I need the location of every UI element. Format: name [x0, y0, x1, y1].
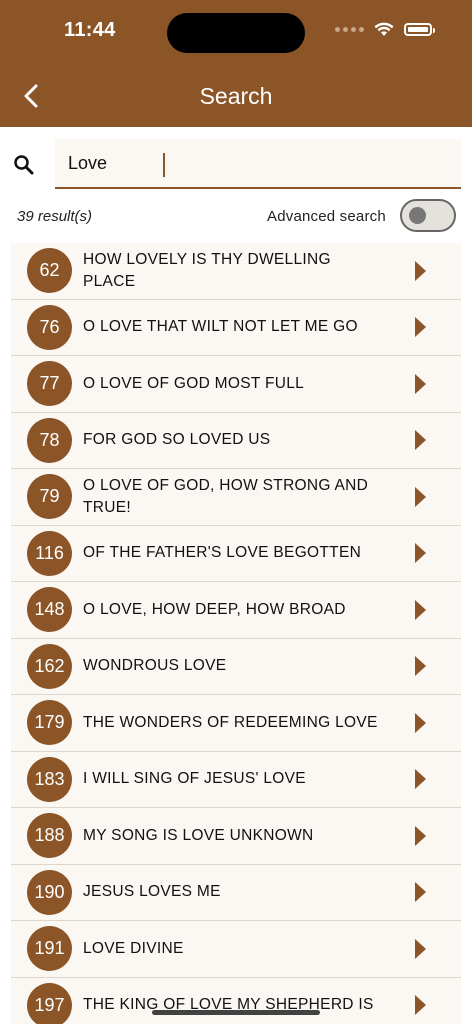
chevron-right-icon	[415, 543, 426, 564]
hymn-title: OF THE FATHER'S LOVE BEGOTTEN	[83, 544, 362, 562]
advanced-search-toggle[interactable]	[400, 199, 456, 232]
chevron-right-icon	[415, 430, 426, 451]
list-item[interactable]: 62 HOW LOVELY IS THY DWELLING PLACE	[11, 243, 461, 300]
search-bar	[0, 127, 472, 197]
hymn-title: MY SONG IS LOVE UNKNOWN	[83, 826, 314, 844]
chevron-right-icon	[415, 656, 426, 677]
status-time: 11:44	[64, 19, 116, 41]
hymn-number-badge: 78	[27, 417, 72, 463]
hymn-title: JESUS LOVES ME	[83, 883, 221, 901]
hymn-number-badge: 190	[27, 869, 72, 915]
hymn-title: O LOVE OF GOD, HOW STRONG AND TRUE!	[83, 476, 369, 516]
list-item[interactable]: 79 O LOVE OF GOD, HOW STRONG AND TRUE!	[11, 469, 461, 526]
list-item[interactable]: 77 O LOVE OF GOD MOST FULL	[11, 356, 461, 413]
hymn-number-badge: 76	[27, 304, 72, 350]
hymn-number-badge: 62	[27, 248, 72, 294]
advanced-search-label: Advanced search	[267, 208, 386, 225]
hymn-title: LOVE DIVINE	[83, 939, 184, 957]
hymn-number-badge: 116	[27, 530, 72, 576]
dynamic-island	[167, 13, 305, 53]
hymn-number-badge: 162	[27, 643, 72, 689]
list-item[interactable]: 76 O LOVE THAT WILT NOT LET ME GO	[11, 300, 461, 356]
list-item[interactable]: 116 OF THE FATHER'S LOVE BEGOTTEN	[11, 526, 461, 582]
hymn-number-badge: 179	[27, 700, 72, 746]
hymn-title: O LOVE THAT WILT NOT LET ME GO	[83, 318, 358, 336]
chevron-right-icon	[415, 486, 426, 507]
hymn-title: WONDROUS LOVE	[83, 657, 227, 675]
hymn-title: O LOVE, HOW DEEP, HOW BROAD	[83, 600, 346, 618]
battery-icon	[404, 23, 435, 36]
wifi-icon	[374, 22, 394, 36]
chevron-right-icon	[415, 825, 426, 846]
status-icons	[335, 22, 435, 37]
hymn-number-badge: 77	[27, 361, 72, 407]
hymn-title: THE WONDERS OF REDEEMING LOVE	[83, 713, 378, 731]
hymn-title: HOW LOVELY IS THY DWELLING PLACE	[83, 250, 331, 290]
list-item[interactable]: 188 MY SONG IS LOVE UNKNOWN	[11, 808, 461, 865]
list-item[interactable]: 78 FOR GOD SO LOVED US	[11, 413, 461, 469]
hymn-number-badge: 188	[27, 813, 72, 859]
text-caret	[163, 153, 165, 177]
list-item[interactable]: 191 LOVE DIVINE	[11, 921, 461, 978]
hymn-title: O LOVE OF GOD MOST FULL	[83, 374, 305, 392]
navigation-header: 11:44 Search	[0, 0, 472, 127]
chevron-right-icon	[415, 317, 426, 338]
chevron-right-icon	[415, 769, 426, 790]
chevron-right-icon	[415, 712, 426, 733]
list-item[interactable]: 190 JESUS LOVES ME	[11, 865, 461, 921]
search-field[interactable]	[55, 139, 461, 189]
results-bar: 39 result(s) Advanced search	[0, 197, 472, 237]
hymn-title: FOR GOD SO LOVED US	[83, 431, 271, 449]
search-icon	[14, 155, 34, 175]
toggle-knob	[409, 207, 426, 224]
hymn-number-badge: 183	[27, 756, 72, 802]
hymn-number-badge: 197	[27, 982, 72, 1024]
list-item[interactable]: 162 WONDROUS LOVE	[11, 639, 461, 695]
search-input[interactable]	[55, 139, 461, 187]
chevron-right-icon	[415, 599, 426, 620]
page-title: Search	[199, 83, 273, 109]
chevron-right-icon	[415, 995, 426, 1016]
list-item[interactable]: 148 O LOVE, HOW DEEP, HOW BROAD	[11, 582, 461, 639]
signal-icon	[335, 27, 364, 32]
hymn-number-badge: 148	[27, 587, 72, 633]
list-item[interactable]: 183 I WILL SING OF JESUS' LOVE	[11, 752, 461, 808]
result-count: 39 result(s)	[17, 208, 93, 225]
list-item[interactable]: 197 THE KING OF LOVE MY SHEPHERD IS	[11, 978, 461, 1024]
results-list: 62 HOW LOVELY IS THY DWELLING PLACE 76 O LO…	[11, 243, 461, 1024]
home-indicator	[152, 1010, 320, 1015]
hymn-title: I WILL SING OF JESUS' LOVE	[83, 770, 306, 788]
chevron-right-icon	[415, 373, 426, 394]
hymn-number-badge: 79	[27, 474, 72, 520]
list-item[interactable]: 179 THE WONDERS OF REDEEMING LOVE	[11, 695, 461, 752]
chevron-right-icon	[415, 260, 426, 281]
hymn-number-badge: 191	[27, 926, 72, 972]
chevron-right-icon	[415, 938, 426, 959]
chevron-right-icon	[415, 882, 426, 903]
